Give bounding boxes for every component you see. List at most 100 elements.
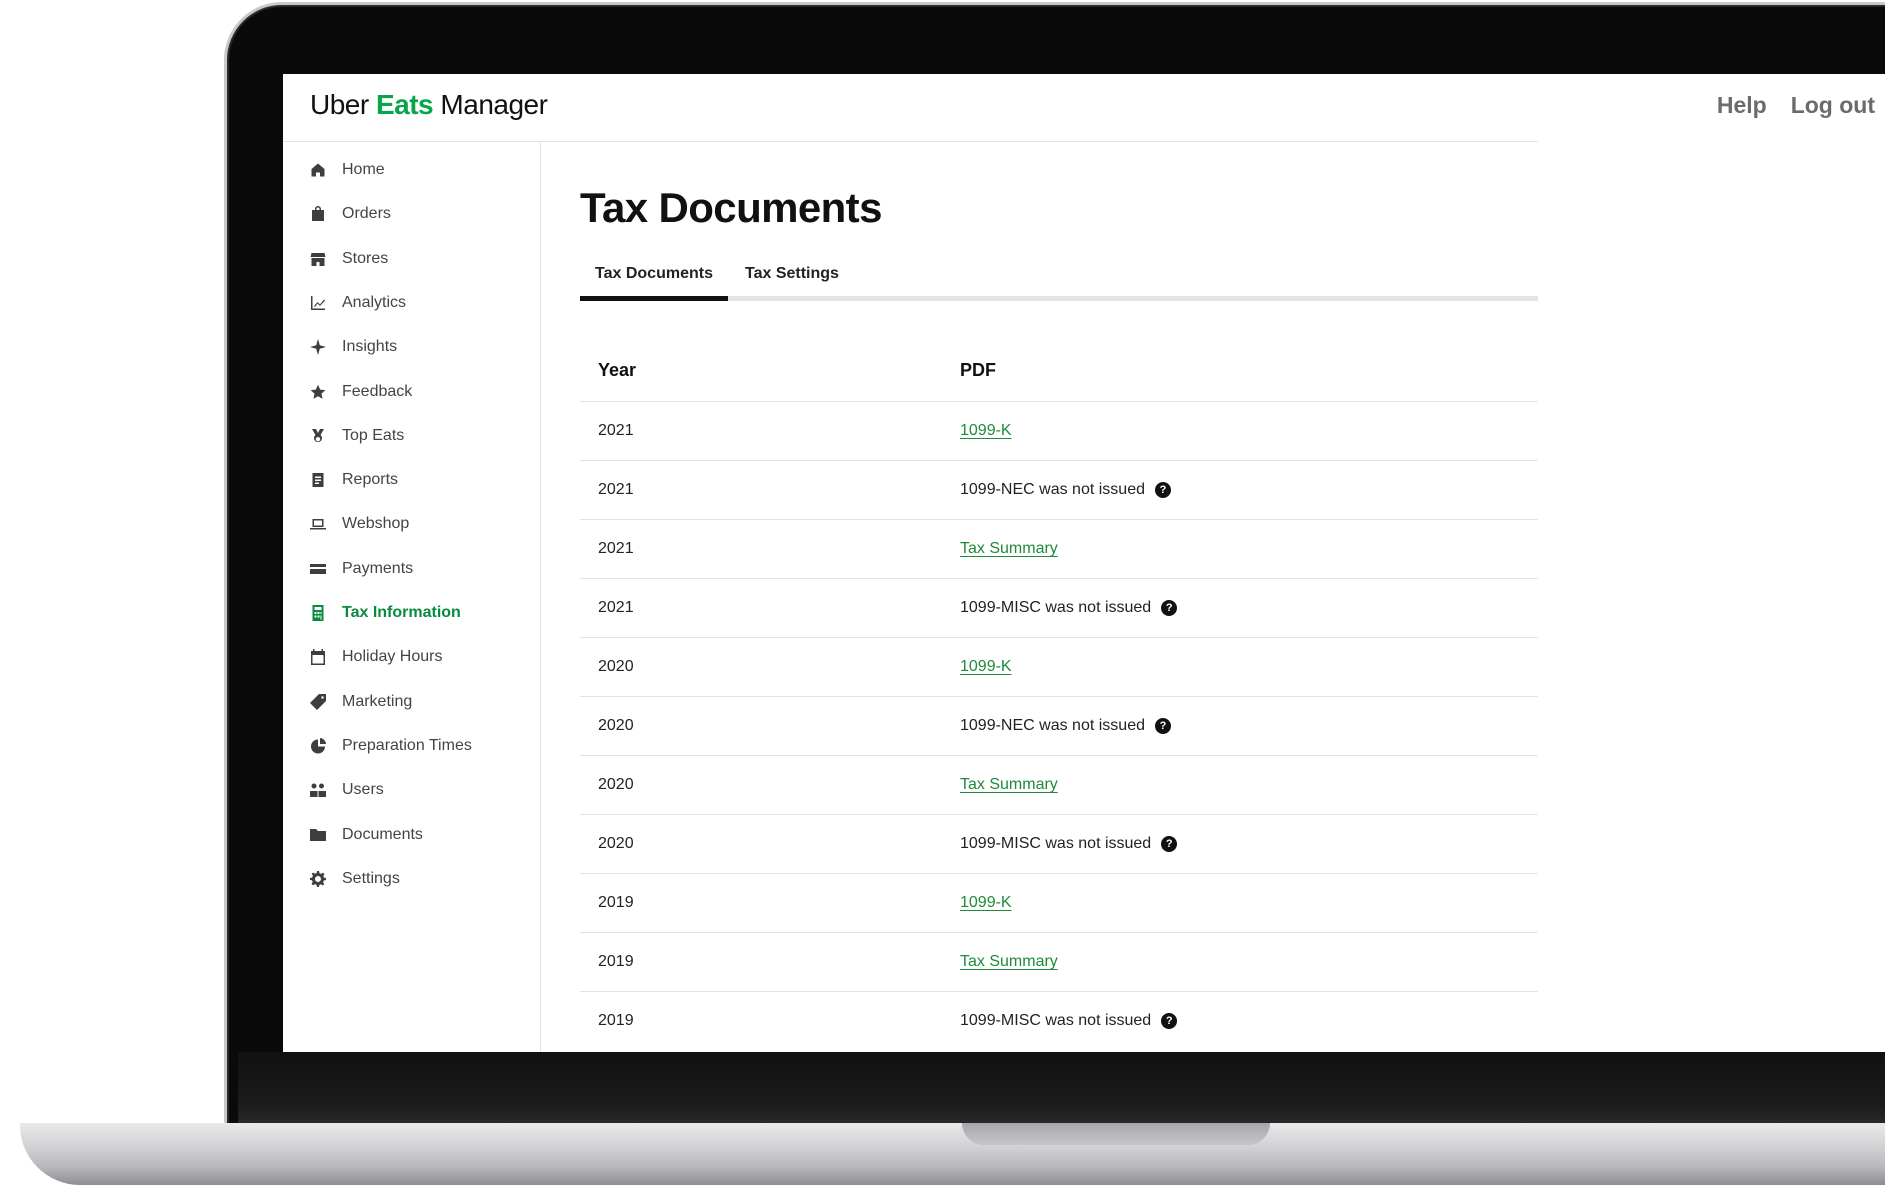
sidebar-item-documents[interactable]: Documents bbox=[310, 820, 423, 850]
sidebar-item-settings[interactable]: Settings bbox=[310, 864, 400, 894]
home-icon bbox=[310, 162, 326, 178]
year-cell: 2019 bbox=[598, 1012, 634, 1029]
not-issued-text: 1099-NEC was not issued bbox=[960, 481, 1145, 498]
header-links: Help Log out bbox=[1717, 92, 1875, 119]
not-issued-text: 1099-NEC was not issued bbox=[960, 717, 1145, 734]
pdf-cell: 1099-K bbox=[960, 422, 1538, 440]
year-cell: 2021 bbox=[598, 540, 634, 557]
sidebar-item-reports[interactable]: Reports bbox=[310, 465, 398, 495]
medal-icon bbox=[310, 428, 326, 444]
year-cell: 2020 bbox=[598, 717, 634, 734]
sidebar-item-label: Webshop bbox=[342, 515, 410, 533]
sidebar-item-home[interactable]: Home bbox=[310, 155, 385, 185]
question-circle-icon[interactable]: ? bbox=[1154, 717, 1171, 734]
calendar-icon bbox=[310, 649, 326, 666]
tab-bar: Tax Documents Tax Settings bbox=[580, 251, 1538, 301]
star-icon bbox=[310, 384, 326, 400]
sidebar-item-label: Tax Information bbox=[342, 604, 461, 621]
pdf-download-link[interactable]: Tax Summary bbox=[960, 776, 1058, 793]
sidebar-item-label: Insights bbox=[342, 338, 398, 356]
sidebar-item-webshop[interactable]: Webshop bbox=[310, 509, 409, 539]
logo-manager: Manager bbox=[440, 89, 548, 120]
tab-tax-settings[interactable]: Tax Settings bbox=[745, 251, 839, 296]
sidebar-item-users[interactable]: Users bbox=[310, 775, 384, 805]
users-icon bbox=[310, 782, 326, 798]
pdf-cell: 1099-K bbox=[960, 894, 1538, 912]
store-icon bbox=[310, 251, 326, 267]
sidebar-item-analytics[interactable]: Analytics bbox=[310, 288, 406, 318]
pdf-cell: Tax Summary bbox=[960, 776, 1538, 794]
table-row: 2020 1099-K bbox=[580, 638, 1538, 697]
table-row: 2020 1099-NEC was not issued? bbox=[580, 697, 1538, 756]
laptop-base bbox=[20, 1123, 1885, 1185]
sidebar-item-label: Feedback bbox=[342, 382, 413, 400]
sidebar-item-label: Users bbox=[342, 781, 384, 799]
pdf-download-link[interactable]: 1099-K bbox=[960, 658, 1012, 675]
question-circle-icon[interactable]: ? bbox=[1161, 599, 1178, 616]
pdf-cell: 1099-NEC was not issued? bbox=[960, 717, 1538, 735]
sidebar-item-preparation-times[interactable]: Preparation Times bbox=[310, 731, 472, 761]
chart-icon bbox=[310, 295, 326, 311]
table-header: Year PDF bbox=[580, 339, 1538, 402]
sparkle-icon bbox=[310, 339, 326, 356]
logo-eats: Eats bbox=[375, 89, 434, 120]
sidebar-item-label: Holiday Hours bbox=[342, 648, 443, 666]
year-cell: 2019 bbox=[598, 894, 634, 911]
laptop-notch bbox=[962, 1123, 1270, 1145]
sidebar-item-label: Marketing bbox=[342, 692, 413, 710]
pdf-cell: 1099-MISC was not issued? bbox=[960, 599, 1538, 617]
sidebar-item-holiday-hours[interactable]: Holiday Hours bbox=[310, 642, 442, 672]
laptop-icon bbox=[310, 516, 326, 532]
pdf-download-link[interactable]: 1099-K bbox=[960, 422, 1012, 439]
table-row: 2021 1099-NEC was not issued? bbox=[580, 461, 1538, 520]
page-title: Tax Documents bbox=[580, 184, 882, 231]
tag-icon bbox=[310, 693, 326, 710]
table-row: 2019 1099-K bbox=[580, 874, 1538, 933]
not-issued-text: 1099-MISC was not issued bbox=[960, 599, 1152, 616]
sidebar-item-orders[interactable]: Orders bbox=[310, 199, 391, 229]
column-header-pdf: PDF bbox=[960, 359, 996, 380]
question-circle-icon[interactable]: ? bbox=[1154, 481, 1171, 498]
question-circle-icon[interactable]: ? bbox=[1161, 835, 1178, 852]
table-body: 2021 1099-K 2021 1099-NEC was not issued? 20… bbox=[580, 402, 1538, 1050]
pdf-cell: 1099-MISC was not issued? bbox=[960, 835, 1538, 853]
table-row: 2021 1099-K bbox=[580, 402, 1538, 461]
pdf-cell: Tax Summary bbox=[960, 540, 1538, 558]
year-cell: 2021 bbox=[598, 422, 634, 439]
timer-icon bbox=[310, 737, 326, 754]
year-cell: 2020 bbox=[598, 776, 634, 793]
help-link[interactable]: Help bbox=[1717, 92, 1767, 119]
sidebar-item-stores[interactable]: Stores bbox=[310, 244, 388, 274]
sidebar-item-label: Analytics bbox=[342, 293, 407, 311]
sidebar-item-label: Preparation Times bbox=[342, 736, 472, 754]
pdf-cell: 1099-K bbox=[960, 658, 1538, 676]
not-issued-text: 1099-MISC was not issued bbox=[960, 835, 1152, 852]
app-screen: Uber Eats Manager Help Log out Home Order… bbox=[283, 74, 1885, 1052]
sidebar-item-label: Orders bbox=[342, 205, 391, 223]
sidebar-item-marketing[interactable]: Marketing bbox=[310, 687, 412, 717]
sidebar-item-tax-information[interactable]: Tax Information bbox=[310, 598, 461, 628]
sidebar-item-label: Stores bbox=[342, 249, 389, 267]
top-header: Uber Eats Manager Help Log out bbox=[283, 74, 1885, 142]
year-cell: 2019 bbox=[598, 953, 634, 970]
tab-tax-documents[interactable]: Tax Documents bbox=[580, 251, 728, 301]
pdf-download-link[interactable]: 1099-K bbox=[960, 894, 1012, 911]
sidebar-item-insights[interactable]: Insights bbox=[310, 332, 397, 362]
year-cell: 2020 bbox=[598, 658, 634, 675]
question-circle-icon[interactable]: ? bbox=[1161, 1012, 1178, 1029]
table-row: 2021 1099-MISC was not issued? bbox=[580, 579, 1538, 638]
sidebar-item-label: Documents bbox=[342, 825, 423, 843]
table-row: 2020 1099-MISC was not issued? bbox=[580, 815, 1538, 874]
table-row: 2019 Tax Summary bbox=[580, 933, 1538, 992]
sidebar-item-feedback[interactable]: Feedback bbox=[310, 377, 412, 407]
pdf-download-link[interactable]: Tax Summary bbox=[960, 540, 1058, 557]
year-cell: 2021 bbox=[598, 599, 634, 616]
sidebar-item-payments[interactable]: Payments bbox=[310, 554, 413, 584]
pdf-download-link[interactable]: Tax Summary bbox=[960, 953, 1058, 970]
not-issued-text: 1099-MISC was not issued bbox=[960, 1012, 1152, 1029]
logo-uber: Uber bbox=[310, 89, 369, 120]
logout-link[interactable]: Log out bbox=[1791, 92, 1875, 119]
uber-eats-manager-logo[interactable]: Uber Eats Manager bbox=[310, 89, 548, 121]
card-icon bbox=[310, 561, 326, 577]
sidebar-item-top-eats[interactable]: Top Eats bbox=[310, 421, 404, 451]
